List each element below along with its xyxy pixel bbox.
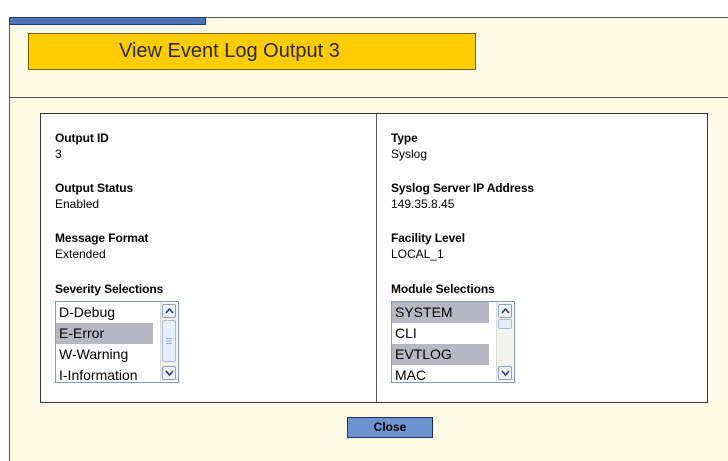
severity-selections-label: Severity Selections: [55, 282, 164, 296]
severity-selections-listbox[interactable]: D-Debug E-Error W-Warning I-Information: [55, 301, 179, 383]
severity-option[interactable]: D-Debug: [56, 302, 153, 323]
message-format-label: Message Format: [55, 231, 149, 245]
facility-level-field: Facility Level LOCAL_1: [391, 231, 465, 261]
column-divider: [376, 114, 377, 402]
scroll-thumb[interactable]: [162, 320, 176, 362]
module-option[interactable]: CLI: [392, 323, 489, 344]
chevron-up-icon: [165, 307, 174, 314]
output-status-value: Enabled: [55, 197, 100, 211]
severity-selections-field: Severity Selections: [55, 282, 163, 298]
top-accent-bar: [9, 17, 206, 25]
facility-level-label: Facility Level: [391, 231, 465, 245]
syslog-server-ip-value: 149.35.8.45: [391, 197, 455, 211]
module-selections-label: Module Selections: [391, 282, 495, 296]
output-status-label: Output Status: [55, 181, 134, 195]
module-selections-field: Module Selections: [391, 282, 495, 298]
chevron-down-icon: [501, 370, 510, 377]
message-format-field: Message Format Extended: [55, 231, 148, 261]
module-scrollbar[interactable]: [496, 303, 513, 381]
scroll-thumb[interactable]: [498, 319, 512, 329]
type-value: Syslog: [391, 147, 428, 161]
module-selections-listbox[interactable]: SYSTEM CLI EVTLOG MAC: [391, 301, 515, 383]
output-id-value: 3: [55, 147, 62, 161]
module-option[interactable]: SYSTEM: [392, 302, 489, 323]
output-id-field: Output ID 3: [55, 131, 109, 161]
severity-option[interactable]: E-Error: [56, 323, 153, 344]
message-format-value: Extended: [55, 247, 106, 261]
scroll-down-button[interactable]: [162, 366, 176, 380]
syslog-server-ip-label: Syslog Server IP Address: [391, 181, 535, 195]
module-option[interactable]: MAC: [392, 365, 489, 382]
output-id-label: Output ID: [55, 131, 109, 145]
chevron-down-icon: [165, 370, 174, 377]
scroll-up-button[interactable]: [498, 304, 512, 318]
type-field: Type Syslog: [391, 131, 427, 161]
title-divider: [9, 97, 728, 98]
chevron-up-icon: [501, 307, 510, 314]
syslog-server-ip-field: Syslog Server IP Address 149.35.8.45: [391, 181, 534, 211]
output-status-field: Output Status Enabled: [55, 181, 133, 211]
grip-icon: [166, 338, 172, 344]
type-label: Type: [391, 131, 418, 145]
close-button[interactable]: Close: [347, 417, 433, 438]
details-panel: Output ID 3 Output Status Enabled Messag…: [40, 113, 708, 403]
severity-option[interactable]: W-Warning: [56, 344, 153, 365]
page-title-tab: View Event Log Output 3: [28, 33, 476, 70]
severity-scrollbar[interactable]: [160, 303, 177, 381]
facility-level-value: LOCAL_1: [391, 247, 444, 261]
scroll-up-button[interactable]: [162, 304, 176, 318]
severity-option[interactable]: I-Information: [56, 365, 153, 382]
scroll-down-button[interactable]: [498, 366, 512, 380]
page-title: View Event Log Output 3: [119, 40, 340, 62]
module-option[interactable]: EVTLOG: [392, 344, 489, 365]
